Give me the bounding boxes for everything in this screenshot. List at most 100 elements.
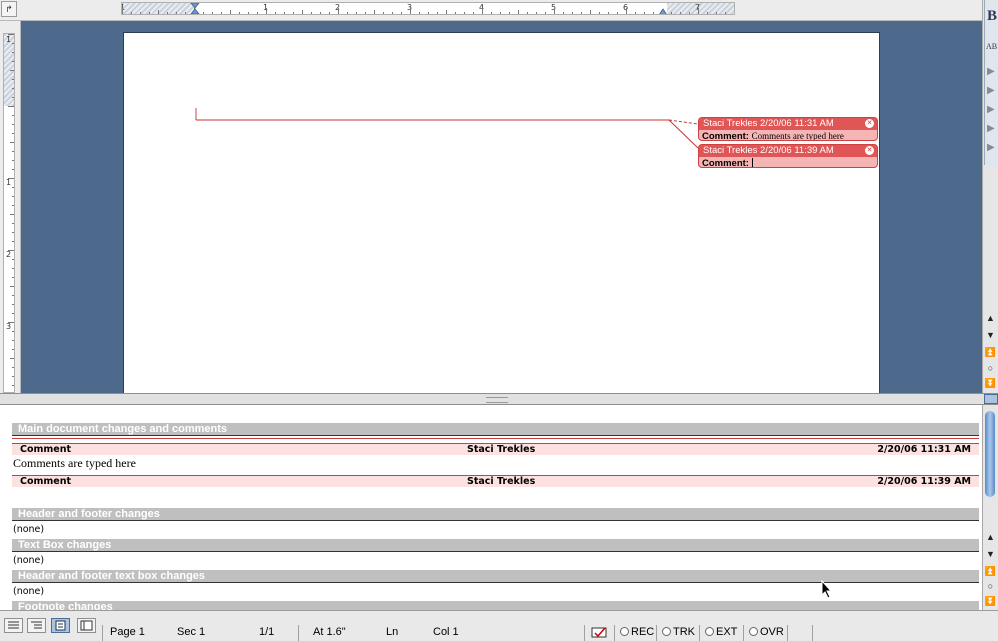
previous-page-icon[interactable]: ⏫ (983, 345, 998, 359)
style-icon[interactable]: AB (986, 42, 997, 51)
tab-selector-button[interactable]: ↱ (1, 1, 17, 17)
ruler-tick (536, 12, 537, 14)
reviewing-pane[interactable]: Main document changes and comments Comme… (0, 405, 982, 610)
ruler-tick (10, 70, 14, 71)
ruler-tick (446, 10, 447, 14)
spelling-status-icon[interactable] (591, 627, 609, 638)
normal-view-button[interactable] (4, 618, 23, 633)
first-line-indent-marker-icon[interactable] (190, 3, 200, 15)
ruler-tick (12, 115, 14, 116)
comment-row[interactable]: Comment Staci Trekles 2/20/06 11:31 AM (12, 443, 979, 455)
text-cursor (751, 158, 753, 167)
comment-label: Comment: (702, 158, 749, 168)
ruler-tick (149, 12, 150, 14)
ruler-tick (374, 10, 375, 14)
next-item-icon[interactable]: ⏬ (983, 594, 998, 608)
palette-section-arrows[interactable]: ▶ ▶ ▶ ▶ ▶ (987, 62, 995, 157)
ruler-tick (8, 34, 14, 35)
close-icon[interactable]: ✕ (865, 146, 874, 155)
formatting-palette[interactable]: B AB ▶ ▶ ▶ ▶ ▶ (984, 0, 998, 165)
ruler-tick (12, 151, 14, 152)
ruler-tick (635, 12, 636, 14)
comment-row[interactable]: Comment Staci Trekles 2/20/06 11:39 AM (12, 475, 979, 487)
ruler-tick (12, 169, 14, 170)
ext-toggle[interactable]: EXT (705, 626, 737, 638)
comment-balloon-header: Staci Trekles 2/20/06 11:31 AM ✕ (699, 118, 877, 130)
ruler-tick (410, 8, 411, 14)
ruler-tick (689, 12, 690, 14)
ruler-tick (329, 12, 330, 14)
browse-object-icon[interactable]: ○ (983, 579, 998, 593)
section-value: (none) (13, 524, 45, 535)
ruler-tick (428, 12, 429, 14)
ruler-tick (482, 8, 483, 14)
notebook-view-button[interactable] (77, 618, 96, 633)
page-number: Page 1 (110, 626, 145, 638)
status-bar: Page 1 Sec 1 1/1 At 1.6" Ln Col 1 REC TR… (0, 610, 998, 641)
status-divider (584, 625, 585, 641)
ruler-tick (12, 304, 14, 305)
scroll-down-arrow-icon[interactable]: ▼ (983, 547, 998, 561)
ruler-tick (311, 12, 312, 14)
browse-object-icon[interactable]: ○ (983, 361, 998, 375)
ruler-tick (590, 10, 591, 14)
ruler-tick (122, 8, 123, 14)
radio-icon (662, 627, 671, 636)
ruler-tick (230, 10, 231, 14)
page-count: 1/1 (259, 626, 275, 638)
ruler-tick (12, 124, 14, 125)
ruler-tick (473, 12, 474, 14)
splitter-grip-icon[interactable] (486, 397, 508, 403)
ruler-tick (563, 12, 564, 14)
scroll-up-arrow-icon[interactable]: ▲ (983, 530, 998, 544)
comment-body[interactable]: Comments are typed here (13, 456, 136, 471)
mouse-pointer-icon (821, 580, 833, 599)
reviewing-pane-scrollbar[interactable]: ▲ ▼ ⏫ ○ ⏬ (982, 405, 998, 610)
comment-balloon[interactable]: Staci Trekles 2/20/06 11:31 AM ✕ Comment:… (698, 117, 878, 141)
scroll-thumb[interactable] (985, 411, 995, 497)
comment-balloon[interactable]: Staci Trekles 2/20/06 11:39 AM ✕ Comment: (698, 144, 878, 168)
column-number: Col 1 (433, 626, 459, 638)
ruler-tick (12, 277, 14, 278)
outline-view-button[interactable] (27, 618, 46, 633)
rec-toggle[interactable]: REC (620, 626, 654, 638)
ruler-tick (266, 8, 267, 14)
trk-toggle[interactable]: TRK (662, 626, 695, 638)
ruler-tick (545, 12, 546, 14)
ruler-tick (158, 10, 159, 14)
ruler-tick (212, 12, 213, 14)
ruler-number: 2 (6, 250, 12, 259)
document-area[interactable]: Staci Trekles 2/20/06 11:31 AM ✕ Comment:… (21, 21, 982, 393)
ruler-tick (12, 43, 14, 44)
right-indent-marker-icon[interactable] (658, 8, 668, 15)
ruler-tick (12, 241, 14, 242)
horizontal-ruler[interactable]: 1 1 2 3 4 5 6 7 (121, 2, 735, 15)
ovr-toggle[interactable]: OVR (749, 626, 784, 638)
ruler-tick (617, 12, 618, 14)
document-page[interactable]: Staci Trekles 2/20/06 11:31 AM ✕ Comment:… (123, 32, 880, 393)
close-icon[interactable]: ✕ (865, 119, 874, 128)
ruler-tick (12, 232, 14, 233)
section-value: (none) (13, 555, 45, 566)
ruler-tick (10, 286, 14, 287)
comment-balloon-header: Staci Trekles 2/20/06 11:39 AM ✕ (699, 145, 877, 157)
page-layout-view-button[interactable] (51, 618, 70, 633)
radio-icon (620, 627, 629, 636)
pane-splitter[interactable] (0, 393, 998, 405)
ruler-tick (176, 12, 177, 14)
ruler-tick (608, 12, 609, 14)
ruler-tick (12, 88, 14, 89)
ruler-tick (239, 12, 240, 14)
ruler-tick (401, 12, 402, 14)
ruler-tick (12, 223, 14, 224)
next-page-icon[interactable]: ⏬ (983, 376, 998, 390)
bold-icon[interactable]: B (987, 8, 997, 25)
ruler-tick (509, 12, 510, 14)
scroll-down-arrow-icon[interactable]: ▼ (983, 328, 998, 342)
vertical-ruler[interactable]: 1 1 2 3 (3, 33, 15, 393)
scroll-up-arrow-icon[interactable]: ▲ (983, 311, 998, 325)
ruler-tick (12, 205, 14, 206)
ruler-tick (12, 196, 14, 197)
split-box[interactable] (984, 394, 998, 404)
previous-item-icon[interactable]: ⏫ (983, 564, 998, 578)
